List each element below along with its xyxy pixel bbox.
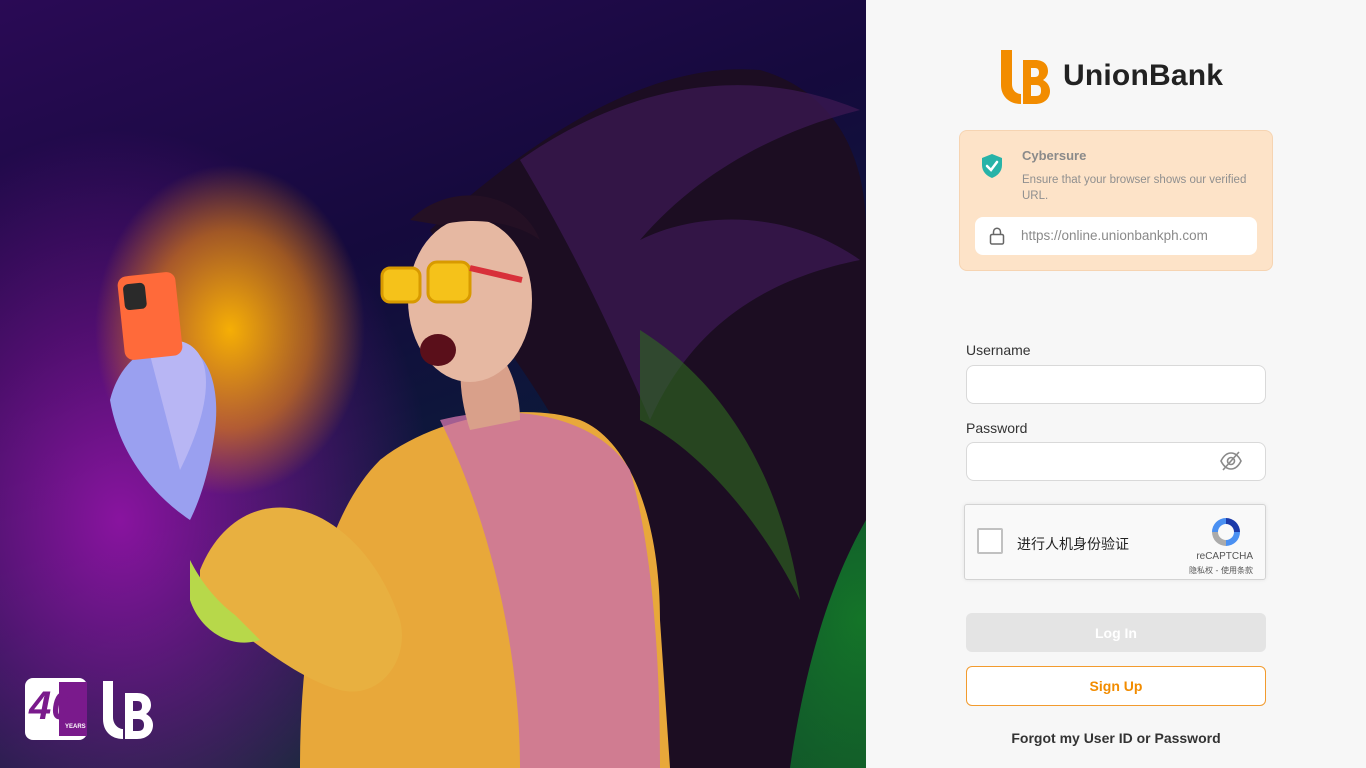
recaptcha-brand: reCAPTCHA [1196, 551, 1253, 562]
unionbank-logo-icon [1001, 50, 1050, 104]
cybersure-description: Ensure that your browser shows our verif… [1022, 174, 1247, 202]
eye-off-icon[interactable] [1219, 450, 1243, 472]
forgot-credentials-link[interactable]: Forgot my User ID or Password [966, 730, 1266, 746]
cybersure-card: Cybersure Ensure that your browser shows… [959, 130, 1273, 271]
verified-url: https://online.unionbankph.com [1021, 228, 1208, 243]
hero-logos: 40 YEARS [25, 678, 153, 740]
username-input[interactable] [966, 365, 1266, 404]
badge-text: YEARS [65, 724, 86, 730]
badge-number: 40 [29, 684, 74, 728]
brand-header: UnionBank [999, 48, 1223, 104]
hero-banner: 40 YEARS [0, 0, 866, 768]
brand-name: UnionBank [1063, 59, 1224, 92]
lock-icon [989, 227, 1005, 245]
recaptcha-terms-link[interactable]: 隐私权 - 使用条款 [1189, 565, 1253, 576]
ub-logo-icon [103, 681, 153, 739]
recaptcha-label: 进行人机身份验证 [1017, 537, 1129, 553]
login-panel: UnionBank Cybersure Ensure that your bro… [866, 0, 1366, 768]
recaptcha-checkbox[interactable] [977, 528, 1003, 554]
recaptcha-logo-icon [1212, 518, 1240, 546]
shield-check-icon [982, 154, 1002, 178]
username-label: Username [966, 342, 1031, 358]
password-label: Password [966, 420, 1028, 436]
verified-url-box: https://online.unionbankph.com [975, 217, 1257, 255]
40-years-badge: 40 YEARS [25, 678, 87, 740]
login-button[interactable]: Log In [966, 613, 1266, 652]
cybersure-title: Cybersure [1022, 148, 1087, 163]
hero-illustration [110, 69, 866, 768]
signup-button[interactable]: Sign Up [966, 666, 1266, 706]
recaptcha-widget: 进行人机身份验证 reCAPTCHA 隐私权 - 使用条款 [964, 504, 1266, 580]
ub-hero-logo [99, 679, 153, 739]
